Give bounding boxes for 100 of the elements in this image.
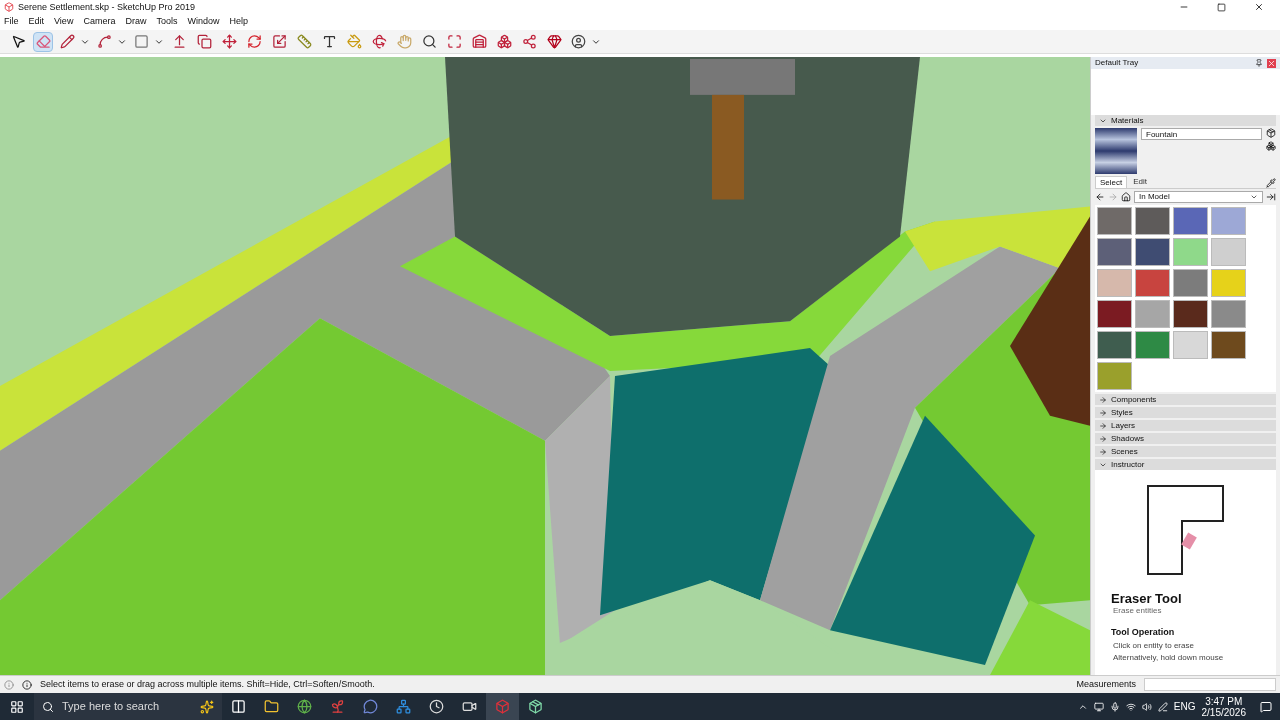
material-swatch[interactable] — [1211, 300, 1246, 328]
clock-time[interactable]: 3:47 PM — [1205, 695, 1243, 707]
pointer-icon — [10, 34, 26, 49]
app-logo-icon — [4, 2, 14, 12]
material-swatch[interactable] — [1173, 331, 1208, 359]
collapsed-caret-icon — [1099, 421, 1107, 430]
rotate-icon — [246, 34, 262, 49]
tape-measure-icon — [296, 34, 312, 49]
menu-item[interactable]: Camera — [83, 15, 116, 29]
boxes-icon — [496, 34, 512, 49]
task-view-icon — [231, 699, 246, 714]
material-create-icon[interactable] — [1266, 141, 1276, 151]
panel-header[interactable]: Styles — [1095, 407, 1276, 418]
panel-header[interactable]: Components — [1095, 394, 1276, 405]
material-name-field[interactable]: Fountain — [1141, 128, 1262, 140]
instruction-line: Alternatively, hold down mouse — [1112, 651, 1225, 664]
material-swatch[interactable] — [1173, 207, 1208, 235]
material-swatch[interactable] — [1173, 300, 1208, 328]
info-icon[interactable] — [22, 679, 32, 690]
user-icon — [571, 34, 586, 49]
material-preview — [1095, 128, 1137, 174]
menu-item[interactable]: Tools — [156, 15, 178, 29]
panel-header[interactable]: Instructor — [1095, 459, 1276, 470]
search-icon — [42, 700, 54, 713]
pencil-icon — [60, 34, 75, 49]
panel-title: Shadows — [1111, 432, 1144, 445]
collapsed-caret-icon — [1099, 447, 1107, 456]
panel-title: Styles — [1111, 406, 1133, 419]
library-dropdown[interactable]: In Model — [1134, 191, 1263, 203]
panel-header[interactable]: Shadows — [1095, 433, 1276, 444]
panel-header[interactable]: Materials — [1095, 115, 1276, 126]
material-bucket-icon[interactable] — [1266, 128, 1276, 138]
clock-date[interactable]: 2/15/2026 — [1201, 706, 1246, 718]
material-swatch[interactable] — [1097, 207, 1132, 235]
start-icon[interactable] — [10, 699, 24, 714]
scale-icon — [271, 34, 287, 49]
folder-icon — [264, 699, 279, 714]
material-swatch[interactable] — [1135, 269, 1170, 297]
menu-item[interactable]: Edit — [28, 15, 45, 29]
material-tab[interactable]: Edit — [1129, 176, 1152, 188]
volume-icon[interactable] — [1141, 701, 1152, 712]
monitor-icon[interactable] — [1093, 701, 1104, 712]
hand-icon — [396, 34, 412, 49]
language-indicator[interactable]: ENG — [1173, 699, 1196, 714]
wifi-icon[interactable] — [1125, 701, 1136, 712]
tool-title: Eraser Tool — [1111, 592, 1183, 605]
material-swatch[interactable] — [1097, 269, 1132, 297]
video-camera-icon — [462, 699, 477, 714]
material-swatch[interactable] — [1135, 300, 1170, 328]
eraser-icon — [35, 34, 51, 49]
menu-item[interactable]: Draw — [125, 15, 147, 29]
panel-header[interactable]: Scenes — [1095, 446, 1276, 457]
home-icon[interactable] — [1121, 192, 1131, 202]
tool-summary: Erase entities — [1112, 605, 1163, 617]
panel-header[interactable]: Layers — [1095, 420, 1276, 431]
instruction-line: Click on entity to erase — [1112, 639, 1195, 652]
material-swatch[interactable] — [1097, 300, 1132, 328]
cube-icon — [495, 699, 510, 714]
material-swatch[interactable] — [1211, 269, 1246, 297]
section-heading: Tool Operation — [1111, 626, 1176, 639]
text-icon — [321, 34, 337, 49]
pen-icon[interactable] — [1157, 701, 1168, 712]
material-swatch[interactable] — [1135, 207, 1170, 235]
material-swatch[interactable] — [1097, 331, 1132, 359]
panel-title: Instructor — [1111, 458, 1145, 471]
back-icon[interactable] — [1095, 192, 1105, 202]
globe-icon — [297, 699, 312, 714]
material-swatch[interactable] — [1173, 269, 1208, 297]
material-swatch[interactable] — [1211, 207, 1246, 235]
maximize-icon[interactable] — [1217, 2, 1226, 12]
taskbar-search-field[interactable]: Type here to search — [34, 693, 222, 720]
measurements-field[interactable] — [1144, 678, 1276, 691]
material-swatch[interactable] — [1211, 331, 1246, 359]
material-swatch[interactable] — [1135, 331, 1170, 359]
notifications-icon[interactable] — [1260, 700, 1272, 713]
microphone-icon[interactable] — [1109, 701, 1120, 712]
menu-item[interactable]: Window — [187, 15, 220, 29]
material-swatch[interactable] — [1097, 362, 1132, 390]
eraser-tool-button[interactable] — [33, 31, 53, 52]
chat-icon — [363, 699, 378, 714]
menu-item[interactable]: View — [54, 15, 74, 29]
menu-item[interactable]: File — [4, 15, 19, 29]
details-icon[interactable] — [1266, 192, 1276, 202]
tray-title: Default Tray — [1095, 57, 1139, 69]
collapsed-caret-icon — [1099, 408, 1107, 417]
paint-bucket-icon — [346, 34, 362, 49]
orbit-icon — [371, 34, 387, 49]
close-icon[interactable] — [1254, 2, 1264, 12]
collapsed-caret-icon — [1099, 395, 1107, 404]
material-swatch[interactable] — [1097, 238, 1132, 266]
gem-icon — [546, 34, 562, 49]
material-swatch[interactable] — [1173, 238, 1208, 266]
eyedropper-icon[interactable] — [1266, 178, 1276, 188]
pin-icon[interactable] — [1255, 59, 1263, 67]
arc-icon — [97, 34, 112, 49]
material-tab[interactable]: Select — [1095, 176, 1128, 188]
material-swatch[interactable] — [1135, 238, 1170, 266]
material-swatch[interactable] — [1211, 238, 1246, 266]
caret-icon — [1250, 193, 1258, 201]
menu-item[interactable]: Help — [229, 15, 248, 29]
